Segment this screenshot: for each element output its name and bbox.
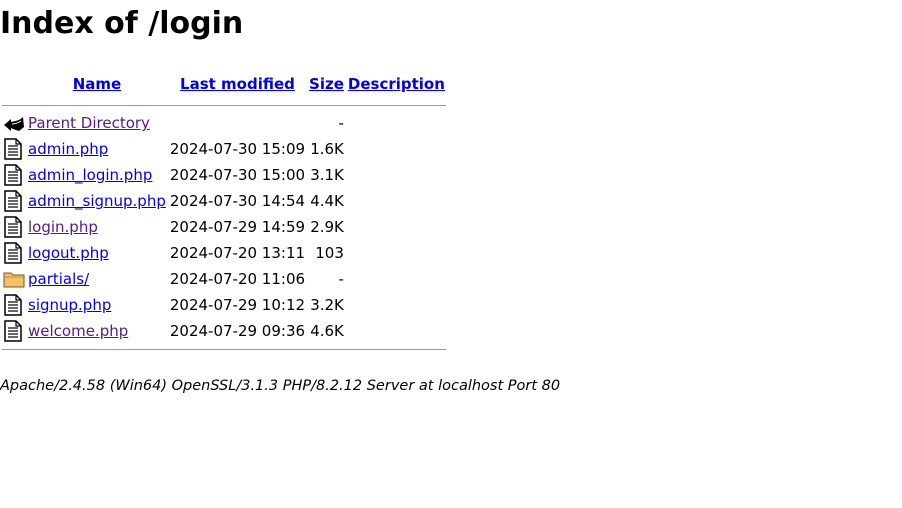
text-file-icon (3, 320, 25, 342)
table-row: welcome.php 2024-07-29 09:36 4.6K (2, 319, 446, 343)
size-cell: 3.1K (310, 166, 344, 184)
sort-by-name-link[interactable]: Name (73, 75, 121, 93)
text-file-icon (3, 164, 25, 186)
text-file-icon (3, 138, 25, 160)
description-cell (347, 293, 446, 317)
sort-by-size-link[interactable]: Size (309, 75, 344, 93)
last-modified-cell: 2024-07-29 09:36 (169, 322, 306, 340)
last-modified-cell: 2024-07-30 15:09 (169, 140, 306, 158)
last-modified-cell: 2024-07-20 11:06 (169, 270, 306, 288)
description-cell (347, 319, 446, 343)
file-list: Parent Directory - admin.php 2024-07-30 15:… (2, 111, 446, 343)
description-cell (347, 215, 446, 239)
last-modified-cell: 2024-07-29 14:59 (169, 218, 306, 236)
last-modified-column-header: Last modified (169, 72, 306, 99)
table-row: logout.php 2024-07-20 13:11 103 (2, 241, 446, 265)
table-row: login.php 2024-07-29 14:59 2.9K (2, 215, 446, 239)
description-cell (347, 111, 446, 135)
parent-directory-link[interactable]: Parent Directory (28, 114, 150, 132)
file-link[interactable]: admin_login.php (28, 166, 152, 184)
table-row: admin_signup.php 2024-07-30 14:54 4.4K (2, 189, 446, 213)
size-cell: 2.9K (310, 218, 344, 236)
file-link[interactable]: login.php (28, 218, 98, 236)
last-modified-cell: 2024-07-29 10:12 (169, 296, 306, 314)
size-cell: 1.6K (310, 140, 344, 158)
file-link[interactable]: logout.php (28, 244, 109, 262)
text-file-icon (3, 190, 25, 212)
file-link[interactable]: signup.php (28, 296, 111, 314)
size-cell: - (338, 270, 344, 288)
description-cell (347, 241, 446, 265)
last-modified-cell (169, 111, 306, 135)
size-column-header: Size (308, 72, 345, 99)
table-header-row: Name Last modified Size Description (2, 72, 446, 99)
icon-column-header (2, 72, 25, 99)
back-arrow-icon (3, 113, 25, 133)
table-row: Parent Directory - (2, 111, 446, 135)
sort-by-last-modified-link[interactable]: Last modified (180, 75, 295, 93)
table-row: signup.php 2024-07-29 10:12 3.2K (2, 293, 446, 317)
sort-by-description-link[interactable]: Description (348, 75, 445, 93)
page-title: Index of /login (0, 6, 244, 41)
last-modified-cell: 2024-07-20 13:11 (169, 244, 306, 262)
description-cell (347, 267, 446, 291)
table-row: partials/2024-07-20 11:06 - (2, 267, 446, 291)
divider (2, 104, 446, 106)
description-cell (347, 189, 446, 213)
size-cell: 3.2K (310, 296, 344, 314)
server-signature: Apache/2.4.58 (Win64) OpenSSL/3.1.3 PHP/… (0, 378, 561, 394)
description-cell (347, 163, 446, 187)
size-cell: - (338, 114, 344, 132)
divider (2, 348, 446, 350)
folder-icon (3, 269, 25, 289)
size-cell: 4.4K (310, 192, 344, 210)
directory-listing: Name Last modified Size Description Pare… (0, 70, 448, 355)
last-modified-cell: 2024-07-30 14:54 (169, 192, 306, 210)
text-file-icon (3, 242, 25, 264)
last-modified-cell: 2024-07-30 15:00 (169, 166, 306, 184)
text-file-icon (3, 216, 25, 238)
table-row: admin_login.php 2024-07-30 15:00 3.1K (2, 163, 446, 187)
description-cell (347, 137, 446, 161)
file-link[interactable]: admin_signup.php (28, 192, 166, 210)
size-cell: 103 (315, 244, 344, 262)
file-table: Name Last modified Size Description Pare… (0, 70, 448, 355)
file-link[interactable]: admin.php (28, 140, 108, 158)
name-column-header: Name (27, 72, 167, 99)
size-cell: 4.6K (310, 322, 344, 340)
file-link[interactable]: welcome.php (28, 322, 128, 340)
footer-divider-row (2, 345, 446, 353)
header-divider-row (2, 101, 446, 109)
text-file-icon (3, 294, 25, 316)
description-column-header: Description (347, 72, 446, 99)
table-row: admin.php 2024-07-30 15:09 1.6K (2, 137, 446, 161)
file-link[interactable]: partials/ (28, 270, 89, 288)
